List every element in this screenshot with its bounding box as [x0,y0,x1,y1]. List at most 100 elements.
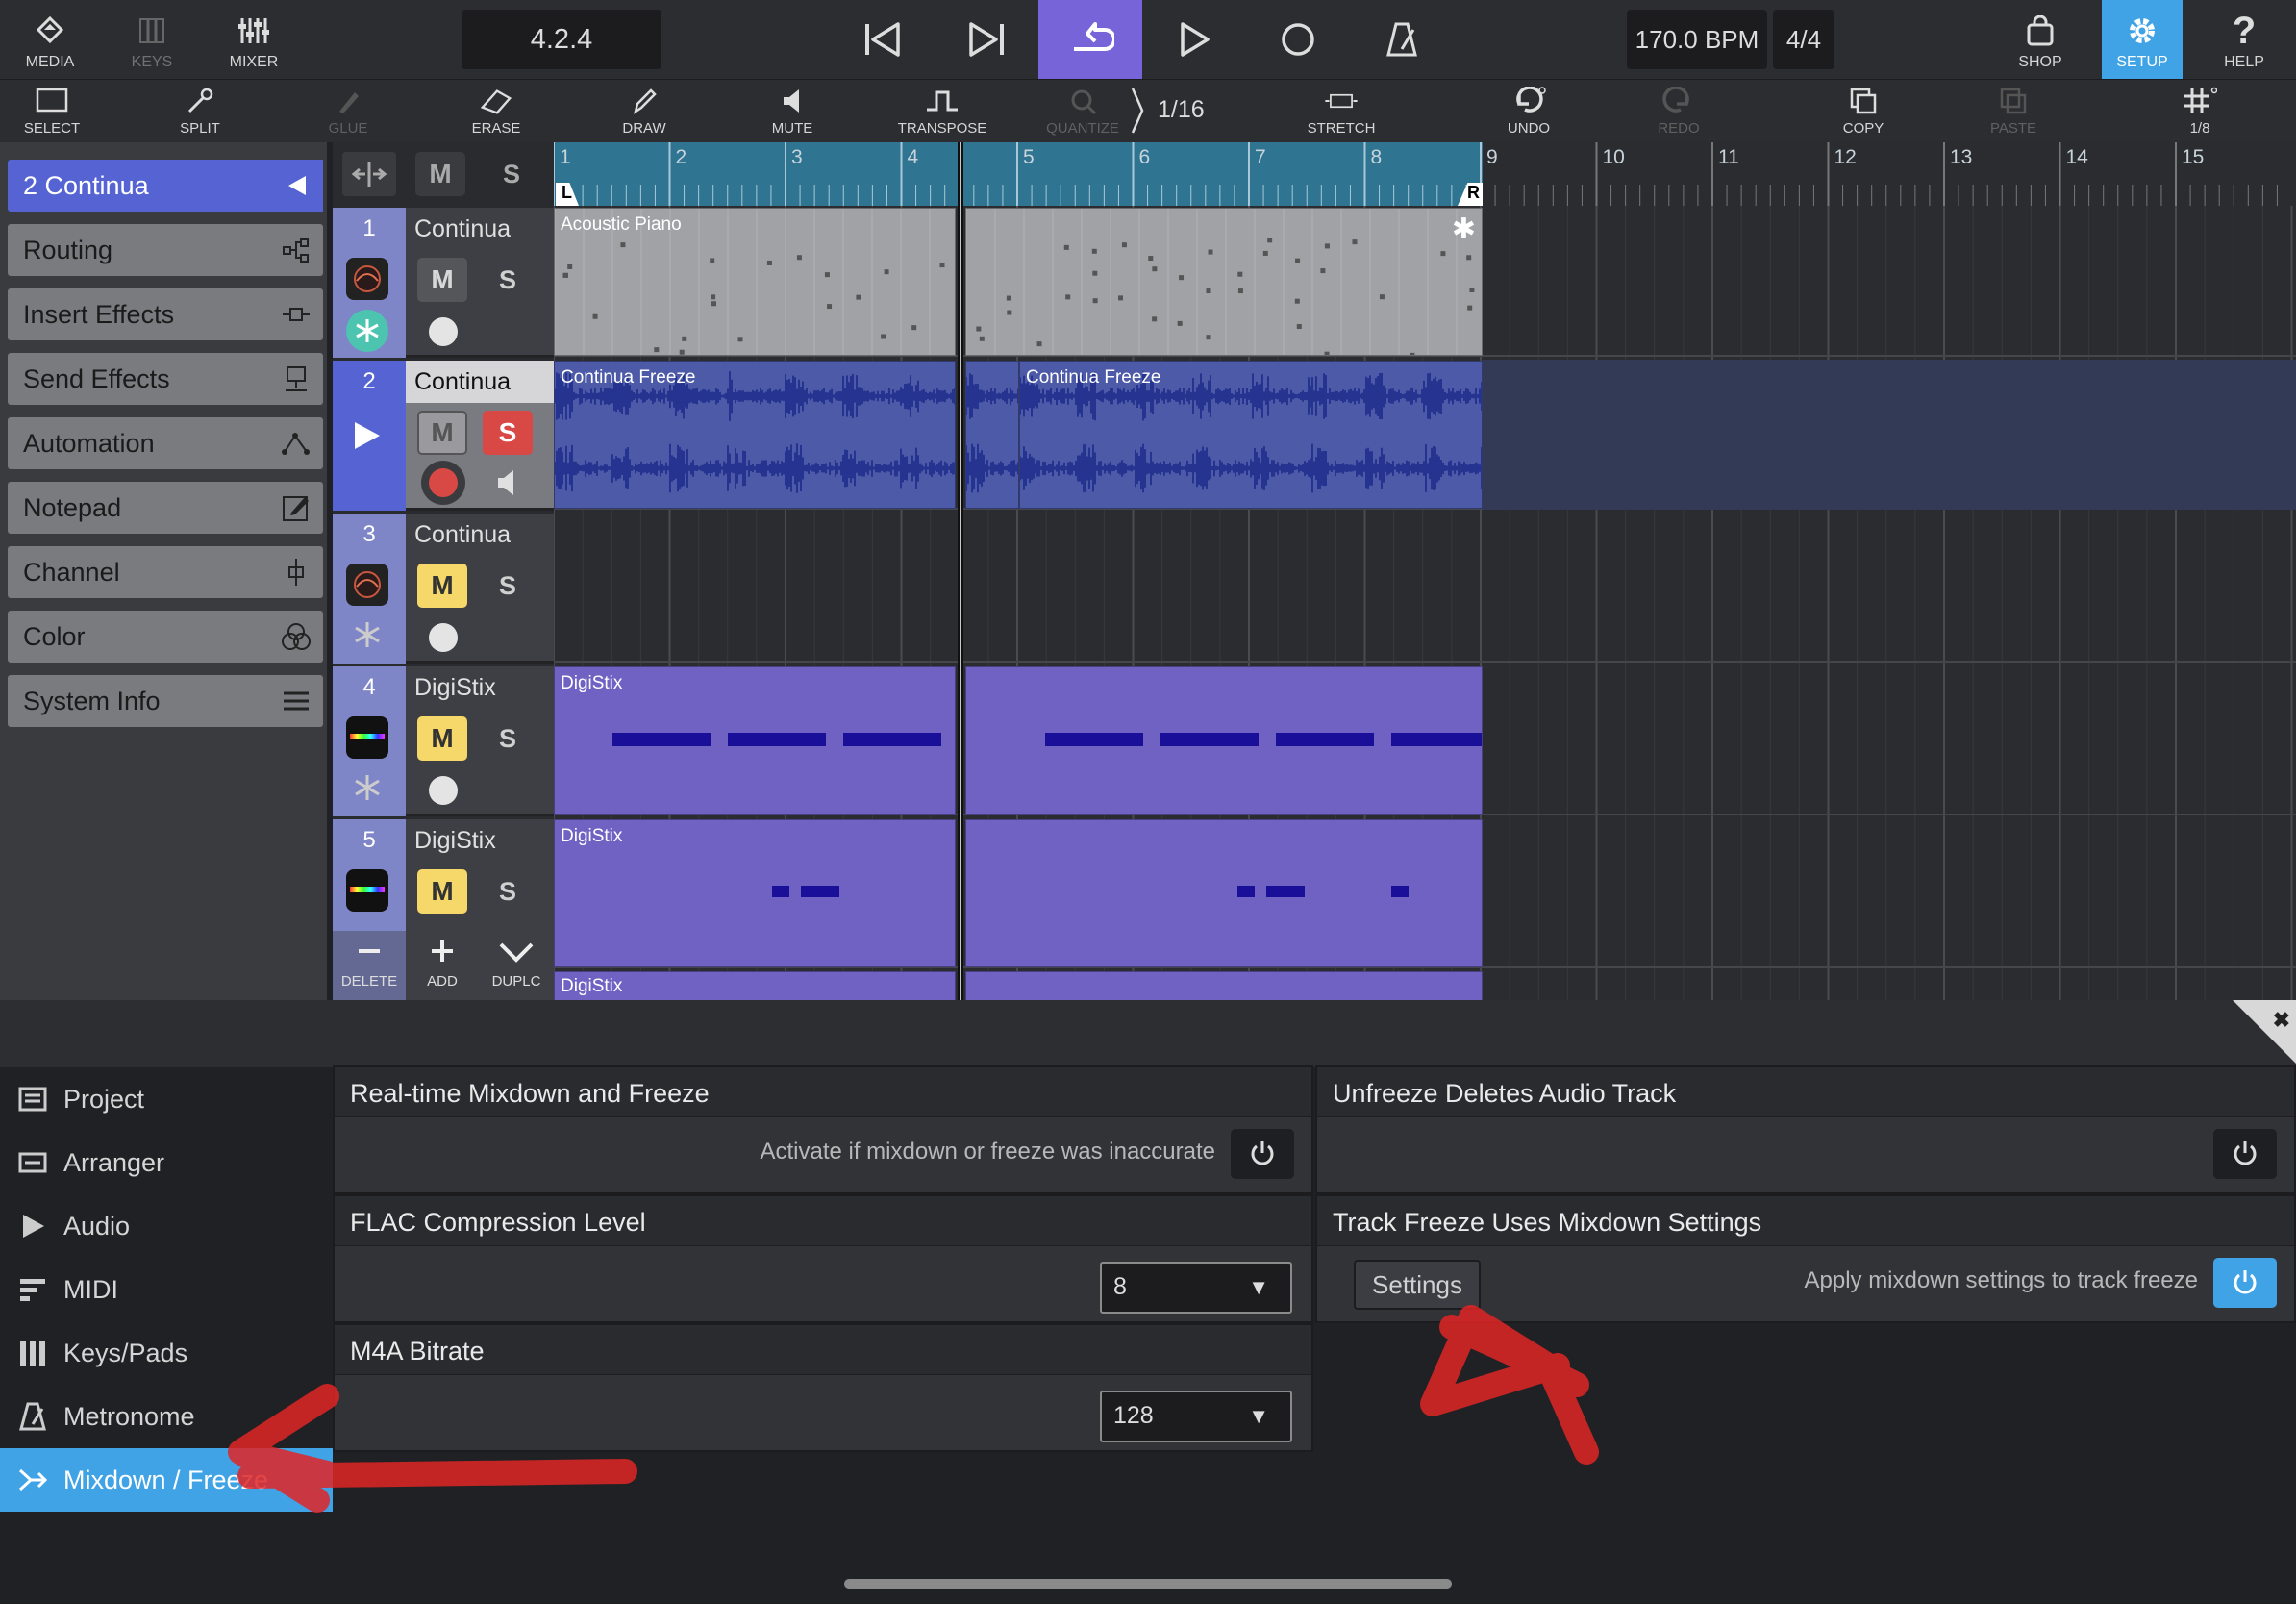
track-header-3[interactable]: 3 Continua M S [333,514,554,664]
clip-digistix-5[interactable]: DigiStix [554,971,956,1000]
solo-button[interactable]: S [483,716,533,761]
inspector-channel[interactable]: Channel [8,546,323,598]
unfreeze-deletes-toggle[interactable] [2213,1129,2277,1179]
loop-button[interactable] [1038,0,1142,79]
monitor-speaker-icon[interactable] [492,468,523,499]
solo-all-button[interactable]: S [487,152,537,196]
track-header-1[interactable]: 1 Continua M S [333,208,554,358]
solo-button[interactable]: S [483,411,533,455]
inspector-send-effects[interactable]: Send Effects [8,353,323,405]
settings-nav-metronome[interactable]: Metronome [0,1385,333,1448]
settings-nav-project[interactable]: Project [0,1067,333,1131]
track-freeze-mixdown-toggle[interactable] [2213,1258,2277,1308]
mixer-button[interactable]: MIXER [206,0,302,79]
time-signature-display[interactable]: 4/4 [1773,10,1834,69]
settings-nav-arranger[interactable]: Arranger [0,1131,333,1194]
track-header-2[interactable]: 2 Continua M S [333,361,554,511]
record-arm-button[interactable] [429,776,458,805]
timeline-ruler[interactable]: 1 2 3 4 5 6 7 8 9 10 11 12 13 14 15 L R [554,142,2296,206]
mute-button[interactable]: M [417,411,467,455]
metronome-button[interactable] [1350,0,1454,79]
glue-tool[interactable]: GLUE [290,79,406,142]
drum-instrument-icon[interactable] [346,716,388,759]
playhead[interactable] [958,142,963,1000]
inspector-color[interactable]: Color [8,611,323,663]
inspector-notepad[interactable]: Notepad [8,482,323,534]
mute-button[interactable]: M [417,258,467,302]
mute-all-button[interactable]: M [415,152,465,196]
freeze-icon[interactable] [346,310,388,352]
copy-button[interactable]: COPY [1806,79,1921,142]
redo-button[interactable]: REDO [1621,79,1736,142]
mute-tool[interactable]: MUTE [735,79,850,142]
drum-instrument-icon[interactable] [346,869,388,912]
mixdown-settings-button[interactable]: Settings [1354,1260,1481,1310]
draw-tool[interactable]: DRAW [586,79,702,142]
collapse-arrow-icon[interactable] [269,160,323,212]
instrument-icon[interactable] [346,258,388,300]
freeze-icon[interactable] [352,619,385,652]
record-arm-button[interactable] [429,623,458,652]
record-button[interactable] [1246,0,1350,79]
track-header-4[interactable]: 4 DigiStix M S [333,666,554,816]
select-tool[interactable]: SELECT [0,79,110,142]
add-track-button[interactable]: ADD [408,937,477,1000]
keys-button[interactable]: KEYS [104,0,200,79]
clip-continua-freeze-part[interactable] [965,361,1019,509]
clip-digistix-4[interactable] [965,819,1483,967]
clip-acoustic-piano[interactable]: Acoustic Piano [554,208,956,356]
record-arm-button[interactable] [421,461,465,505]
forward-button[interactable] [935,0,1038,79]
mute-button[interactable]: M [417,564,467,608]
clip-acoustic-piano-2[interactable]: ✱ [965,208,1483,356]
media-button[interactable]: MEDIA [2,0,98,79]
freeze-icon[interactable] [352,772,385,805]
mute-button[interactable]: M [417,716,467,761]
settings-nav-midi[interactable]: MIDI [0,1258,333,1321]
delete-track-button[interactable]: DELETE [335,937,404,1000]
clip-continua-freeze-2[interactable]: Continua Freeze [1019,361,1483,509]
tempo-display[interactable]: 170.0 BPM [1627,10,1767,69]
quantize-value[interactable]: 1/16 [1158,96,1205,124]
stretch-tool[interactable]: STRETCH [1283,79,1400,142]
split-tool[interactable]: SPLIT [142,79,258,142]
inspector-automation[interactable]: Automation [8,417,323,469]
record-arm-button[interactable] [429,317,458,346]
rewind-button[interactable] [831,0,935,79]
inspector-insert-effects[interactable]: Insert Effects [8,288,323,340]
shop-button[interactable]: SHOP [1992,0,2088,79]
inspector-routing[interactable]: Routing [8,224,323,276]
solo-button[interactable]: S [483,564,533,608]
solo-button[interactable]: S [483,258,533,302]
erase-tool[interactable]: ERASE [438,79,554,142]
help-button[interactable]: ? HELP [2196,0,2292,79]
settings-nav-audio[interactable]: Audio [0,1194,333,1258]
m4a-bitrate-dropdown[interactable]: 128 ▼ [1100,1391,1292,1442]
flac-level-dropdown[interactable]: 8 ▼ [1100,1262,1292,1314]
clip-continua-freeze[interactable]: Continua Freeze [554,361,956,509]
paste-button[interactable]: PASTE [1956,79,2071,142]
inspector-system-info[interactable]: System Info [8,675,323,727]
clip-digistix-3[interactable]: DigiStix [554,819,956,967]
transpose-tool[interactable]: TRANSPOSE [883,79,1002,142]
setup-button[interactable]: SETUP [2102,0,2183,79]
quantize-tool[interactable]: QUANTIZE [1025,79,1140,142]
realtime-mixdown-toggle[interactable] [1231,1129,1294,1179]
settings-nav-mixdown-freeze[interactable]: Mixdown / Freeze [0,1448,333,1512]
play-button[interactable] [1142,0,1246,79]
track-resize-icon[interactable] [342,152,396,196]
solo-button[interactable]: S [483,869,533,914]
grid-button[interactable]: 1/8 [2142,79,2258,142]
inspector-track-selector[interactable]: 2 Continua [8,160,323,212]
clip-digistix[interactable]: DigiStix [554,666,956,815]
undo-button[interactable]: UNDO [1471,79,1586,142]
arranger-area[interactable]: 1 2 3 4 5 6 7 8 9 10 11 12 13 14 15 L R Acoustic Piano… [554,142,2296,1000]
clip-digistix-6[interactable] [965,971,1483,1000]
home-indicator[interactable] [844,1579,1452,1589]
mute-button[interactable]: M [417,869,467,914]
clip-digistix-2[interactable] [965,666,1483,815]
instrument-icon[interactable] [346,564,388,606]
duplicate-track-button[interactable]: DUPLC [479,937,554,1000]
audio-track-play-icon[interactable] [346,414,388,457]
settings-nav-keys-pads[interactable]: Keys/Pads [0,1321,333,1385]
